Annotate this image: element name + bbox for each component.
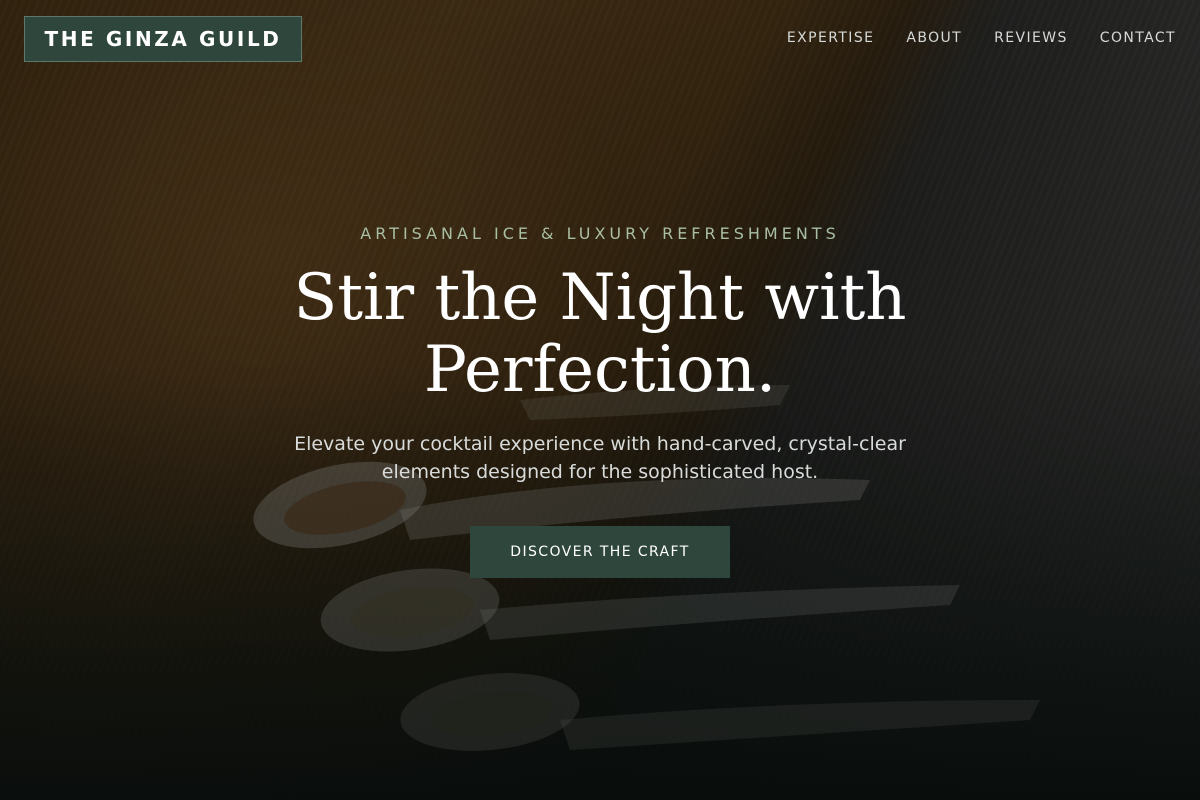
nav-link-expertise[interactable]: EXPERTISE [787,30,874,46]
hero-eyebrow: ARTISANAL ICE & LUXURY REFRESHMENTS [360,224,840,243]
nav-link-about[interactable]: ABOUT [906,30,962,46]
hero-subheadline: Elevate your cocktail experience with ha… [294,433,906,483]
hero-section: THE GINZA GUILD EXPERTISE ABOUT REVIEWS … [0,0,1200,800]
main-nav: EXPERTISE ABOUT REVIEWS CONTACT [787,30,1176,46]
nav-link-contact[interactable]: CONTACT [1100,30,1176,46]
hero-headline: Stir the Night with Perfection. [293,261,907,407]
nav-link-reviews[interactable]: REVIEWS [994,30,1068,46]
site-header: THE GINZA GUILD EXPERTISE ABOUT REVIEWS … [0,0,1200,78]
discover-craft-button[interactable]: DISCOVER THE CRAFT [470,526,730,578]
brand-logo[interactable]: THE GINZA GUILD [24,16,302,62]
